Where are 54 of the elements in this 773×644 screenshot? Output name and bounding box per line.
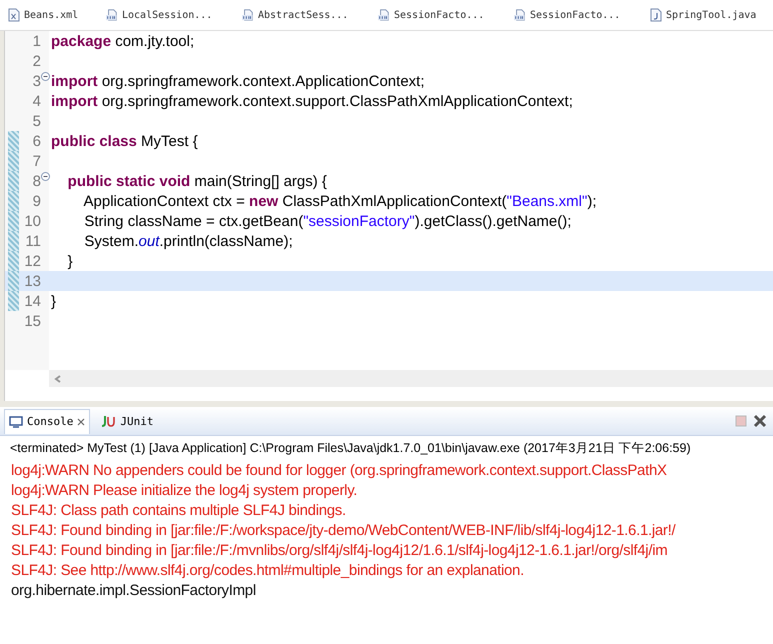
line-number: 14 [23, 292, 41, 310]
line-number: 13 [23, 272, 41, 290]
junit-icon [100, 415, 116, 427]
code-line: ApplicationContext ctx = new ClassPathXmlApplicationContext("Beans.xml"); [82, 192, 597, 210]
console-output-line: SLF4J: Found binding in [jar:file:/F:/workspace/jty-demo/WebContent/WEB-INF/lib/slf4j-log4j12-1.6.1.jar!/ [11, 521, 677, 541]
console-output-line: org.hibernate.impl.SessionFactoryImpl [11, 581, 257, 601]
line-number: 3 [32, 72, 41, 90]
console-status: <terminated> MyTest (1) [Java Application] C:\Program Files\Java\jdk1.7.0_01\bin\javaw.exe (2017年3月21日 下午2:06:59) [9, 440, 692, 457]
console-output-line: SLF4J: See http://www.slf4j.org/codes.html#multiple_bindings for an explanation. [11, 561, 525, 581]
console-output-line: log4j:WARN Please initialize the log4j system properly. [11, 481, 358, 501]
code-line: } [51, 292, 56, 310]
code-line: import org.springframework.context.ApplicationContext; [51, 72, 424, 90]
line-number: 8 [32, 172, 41, 190]
line-number: 11 [24, 232, 41, 250]
java-file-icon [650, 8, 662, 22]
line-number: 15 [23, 312, 41, 330]
editor-tab[interactable]: SessionFacto... [378, 8, 514, 22]
editor-tab[interactable]: Beans.xml [8, 8, 106, 22]
class-file-icon [378, 8, 390, 22]
line-number: 1 [32, 32, 41, 50]
editor-tab[interactable]: SpringTool.java [650, 8, 756, 22]
editor-tab[interactable]: LocalSession... [106, 8, 242, 22]
remove-icon[interactable] [753, 414, 767, 428]
close-icon[interactable] [77, 418, 86, 426]
line-number: 7 [32, 152, 41, 170]
code-line: String className = ctx.getBean("sessionFactory").getClass().getName(); [83, 212, 572, 230]
class-file-icon [242, 8, 254, 22]
console-output-line: SLF4J: Class path contains multiple SLF4J bindings. [11, 501, 347, 521]
editor-tab[interactable]: AbstractSess... [242, 8, 378, 22]
code-line: public static void main(String[] args) { [66, 172, 327, 190]
line-number: 2 [32, 52, 41, 70]
class-file-icon [514, 8, 526, 22]
collapse-icon[interactable] [41, 72, 50, 81]
editor-tab[interactable]: SessionFacto... [514, 8, 650, 22]
line-number: 9 [32, 192, 41, 210]
console-output-line: log4j:WARN No appenders could be found for logger (org.springframework.context.support.ClassPathX [11, 461, 668, 481]
line-number: 12 [23, 252, 41, 270]
line-number: 6 [32, 132, 41, 150]
code-line: System.out.println(className); [83, 232, 293, 250]
line-number: 4 [32, 92, 41, 110]
code-line: } [66, 252, 73, 270]
xml-file-icon [8, 8, 20, 22]
view-tab[interactable]: JUnit [96, 409, 158, 433]
collapse-icon[interactable] [41, 172, 50, 181]
view-tab[interactable]: Console [4, 408, 90, 434]
horizontal-scrollbar[interactable] [49, 370, 773, 387]
code-line: package com.jty.tool; [51, 32, 194, 50]
line-number: 10 [23, 212, 41, 230]
code-line: import org.springframework.context.support.ClassPathXmlApplicationContext; [51, 92, 573, 110]
console-output-line: SLF4J: Found binding in [jar:file:/F:/mvnlibs/org/slf4j/slf4j-log4j12/1.6.1/slf4j-log4j12-1.6.1.jar!/org/slf4j/im [11, 541, 668, 561]
code-line: public class MyTest { [51, 132, 198, 150]
class-file-icon [106, 8, 118, 22]
console-icon [9, 416, 23, 428]
line-number: 5 [32, 112, 41, 130]
